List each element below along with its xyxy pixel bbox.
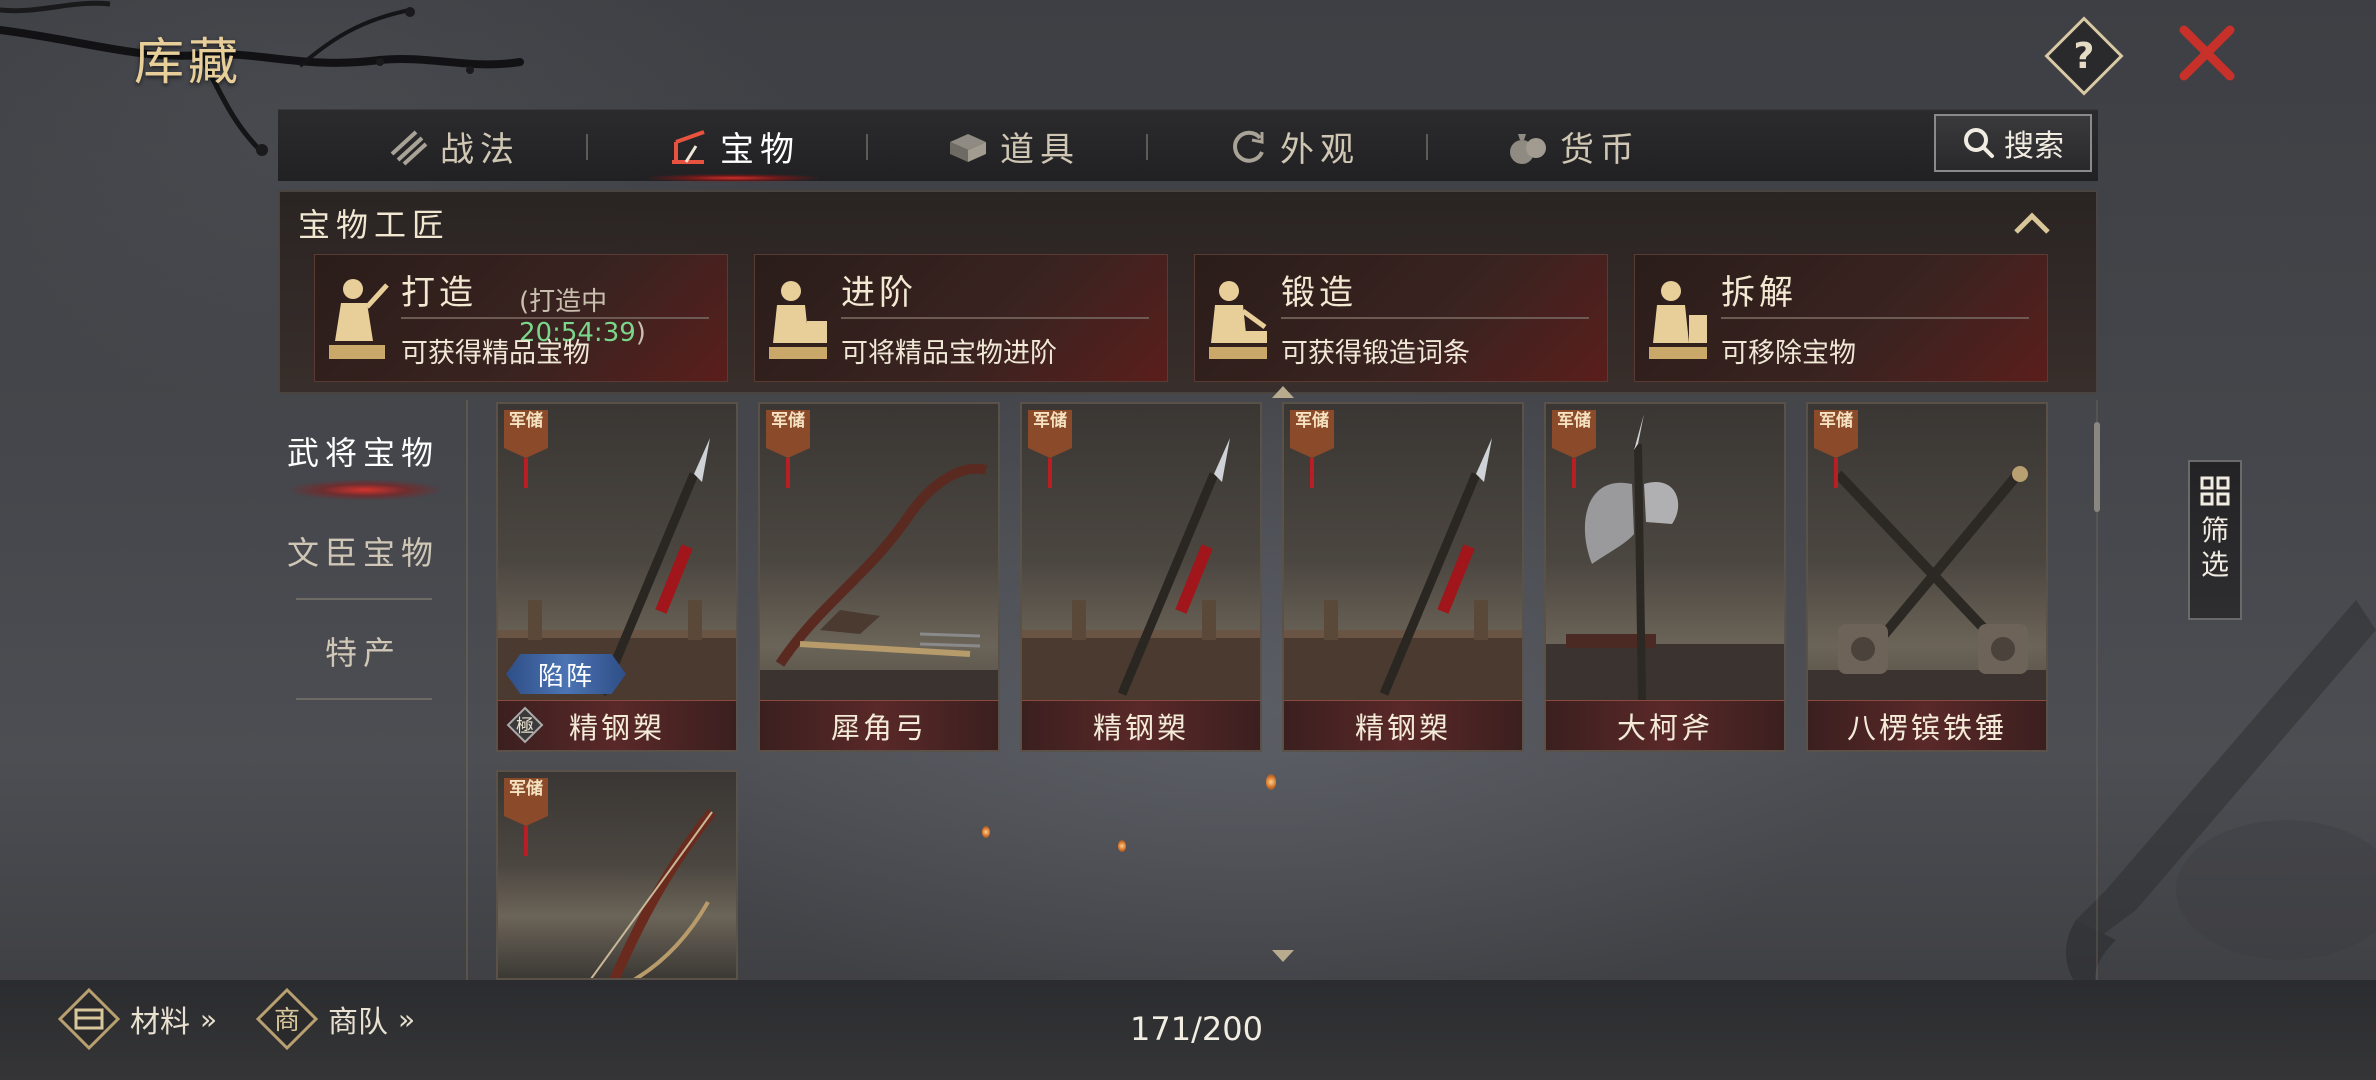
tab-label: 战法 [440,129,520,170]
active-indicator [290,480,440,500]
ember-decoration [982,826,990,838]
page-title: 库藏 [134,33,242,91]
item-card[interactable]: 军储 [496,770,738,980]
double-chevron-icon: » [398,1002,416,1036]
item-card[interactable]: 军储 犀角弓 [758,402,1000,752]
junchu-badge: 军储 [502,776,550,858]
item-card[interactable]: 军储 陷阵 精钢槊 極 [496,402,738,752]
item-name: 大柯斧 [1546,700,1784,750]
item-card[interactable]: 军储 大柯斧 [1544,402,1786,752]
divider [296,698,432,700]
tab-huobi[interactable]: 货币 [1468,110,1678,182]
ember-decoration [1118,840,1126,852]
search-label: 搜索 [2004,129,2064,164]
craft-card-name: 拆解 [1721,273,1797,313]
tab-label: 宝物 [720,129,800,170]
category-wenchen[interactable]: 文臣宝物 [278,528,448,574]
craft-card-desc: 可获得锻造词条 [1281,338,1470,369]
question-mark-icon: ? [2073,35,2095,77]
category-techan[interactable]: 特产 [278,628,448,674]
divider [466,400,468,980]
svg-text:極: 極 [516,716,534,737]
tab-label: 货币 [1560,129,1640,170]
filter-label: 筛选 [2200,514,2229,581]
divider [401,317,709,319]
inventory-capacity: 171/200 [1130,1010,1263,1048]
scrollbar-thumb[interactable] [2094,422,2100,512]
category-wujiang[interactable]: 武将宝物 [278,428,448,474]
materials-label: 材料 [130,1005,190,1040]
help-button[interactable]: ? [2044,16,2124,96]
item-name: 八楞镔铁锤 [1808,700,2046,750]
junchu-badge: 军储 [502,408,550,490]
search-button[interactable]: 搜索 [1934,114,2092,172]
divider [1281,317,1589,319]
caravan-link[interactable]: 商 商队 » [256,988,416,1050]
caravan-icon: 商 [256,988,318,1050]
divider [1721,317,2029,319]
money-bag-icon [1510,134,1546,164]
materials-link[interactable]: 材料 » [58,988,218,1050]
craft-card-name: 进阶 [841,273,917,313]
craftsman-figure-icon [1209,281,1267,359]
search-icon [1964,128,1994,158]
item-name: 精钢槊 [1022,700,1260,750]
main-tab-bar: 战法 宝物 道具 外观 货币 搜索 [278,109,2098,182]
trait-tag: 陷阵 [506,654,626,694]
tab-label: 道具 [1000,129,1080,170]
craftsman-figure-icon [329,279,389,359]
junchu-badge: 军储 [1812,408,1860,490]
item-name: 犀角弓 [760,700,998,750]
divider [296,598,432,600]
tab-separator [1426,134,1428,160]
item-card[interactable]: 军储 八楞镔铁锤 [1806,402,2048,752]
craft-card-desc: 可将精品宝物进阶 [841,338,1057,369]
craft-card-chaijie[interactable]: 拆解 可移除宝物 [1634,254,2048,382]
craft-card-desc: 可移除宝物 [1721,338,1856,369]
craft-card-name: 打造 [401,273,477,313]
double-chevron-icon: » [200,1002,218,1036]
close-icon[interactable] [2176,22,2238,84]
tab-label: 外观 [1280,129,1360,170]
tab-separator [586,134,588,160]
tab-zhanfa[interactable]: 战法 [348,110,558,182]
craftsman-panel: 宝物工匠 打造 (打造中20:54:39) 可获得精品宝物 进阶 可将精品宝物进… [278,190,2098,394]
junchu-badge: 军储 [1288,408,1336,490]
junchu-badge: 军储 [1550,408,1598,490]
scroll-bundle-icon [390,130,428,166]
grade-mark-icon: 極 [506,706,544,744]
chevron-up-icon[interactable] [2012,208,2052,238]
chest-icon [950,134,986,162]
tab-baowu[interactable]: 宝物 [628,110,838,182]
tab-daoju[interactable]: 道具 [908,110,1118,182]
item-card[interactable]: 军储 精钢槊 [1282,402,1524,752]
caret-up-icon [1272,386,1294,398]
craftsman-figure-icon [769,281,827,359]
junchu-badge: 军储 [1026,408,1074,490]
weapon-rack-icon [672,130,705,164]
chevron-down-icon [1272,950,1294,962]
item-name: 精钢槊 [1284,700,1522,750]
filter-button[interactable]: 筛选 [2188,460,2242,620]
grid-icon [2200,476,2230,506]
ember-decoration [1266,774,1276,790]
tab-separator [866,134,868,160]
craft-card-name: 锻造 [1281,273,1357,313]
craft-card-jinjie[interactable]: 进阶 可将精品宝物进阶 [754,254,1168,382]
craftsman-title: 宝物工匠 [298,206,451,244]
materials-icon [58,988,120,1050]
svg-text:商: 商 [274,1006,300,1036]
craft-card-desc: 可获得精品宝物 [401,338,590,369]
craft-card-duanzao[interactable]: 锻造 可获得锻造词条 [1194,254,1608,382]
divider [841,317,1149,319]
caravan-label: 商队 [328,1005,388,1040]
item-card[interactable]: 军储 精钢槊 [1020,402,1262,752]
tab-waiguan[interactable]: 外观 [1188,110,1398,182]
craft-card-dazao[interactable]: 打造 (打造中20:54:39) 可获得精品宝物 [314,254,728,382]
junchu-badge: 军储 [764,408,812,490]
tab-separator [1146,134,1148,160]
craftsman-figure-icon [1649,281,1707,359]
swirl-icon [1233,130,1264,163]
